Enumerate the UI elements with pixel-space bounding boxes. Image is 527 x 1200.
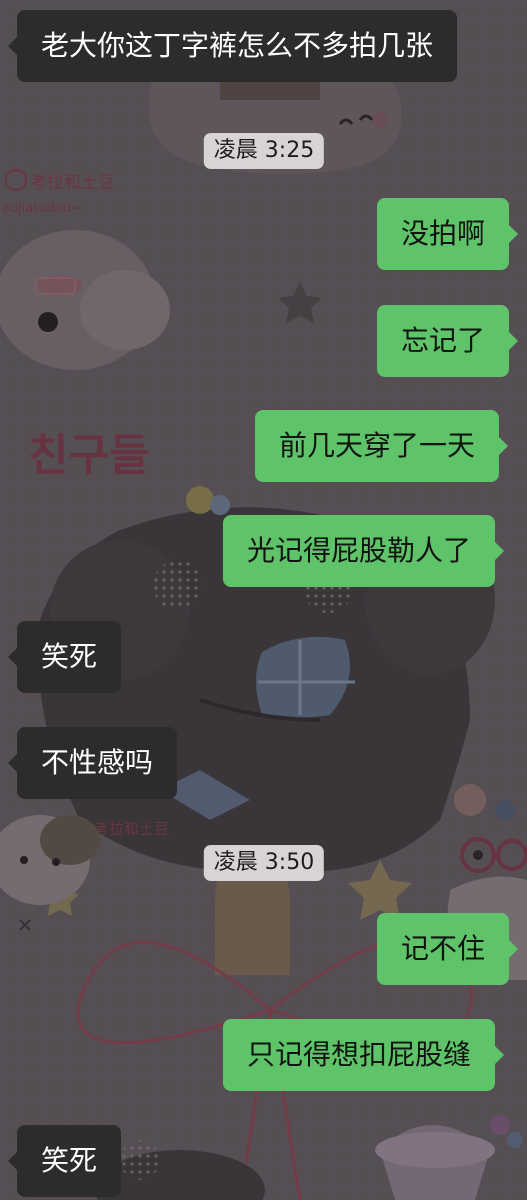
message-text: 笑死 <box>41 640 98 673</box>
message-text: 前几天穿了一天 <box>279 429 476 462</box>
message-bubble-outgoing[interactable]: 前几天穿了一天 <box>255 410 509 482</box>
bubble-tail <box>8 36 18 56</box>
message-bubble-outgoing[interactable]: 记不住 <box>377 913 519 985</box>
message-text: 老大你这丁字裤怎么不多拍几张 <box>41 29 434 62</box>
bubble-tail <box>508 331 519 351</box>
message-bubble-outgoing[interactable]: 光记得屁股勒人了 <box>223 515 505 587</box>
bubble-tail <box>8 1151 18 1171</box>
bubble-tail <box>494 541 505 561</box>
message-text: 笑死 <box>41 1144 98 1177</box>
message-bubble-incoming[interactable]: 笑死 <box>8 621 122 693</box>
message-bubble-outgoing[interactable]: 没拍啊 <box>377 198 519 270</box>
message-text: 不性感吗 <box>41 746 154 779</box>
message-text: 忘记了 <box>401 324 486 357</box>
timestamp-label: 凌晨 3:50 <box>203 845 325 881</box>
message-bubble-incoming[interactable]: 不性感吗 <box>8 727 178 799</box>
message-text: 没拍啊 <box>401 217 486 250</box>
chat-view[interactable]: 考拉和土豆 aojiatudou~ 친구들 考拉和土豆 老大你这丁字裤怎么不多拍… <box>0 0 527 1200</box>
bubble-tail <box>508 224 519 244</box>
message-bubble-incoming[interactable]: 笑死 <box>8 1125 122 1197</box>
bubble-tail <box>498 436 509 456</box>
message-bubble-outgoing[interactable]: 忘记了 <box>377 305 519 377</box>
bubble-tail <box>508 939 519 959</box>
bubble-tail <box>8 647 18 667</box>
message-text: 光记得屁股勒人了 <box>247 534 472 567</box>
timestamp-label: 凌晨 3:25 <box>203 133 325 169</box>
message-bubble-outgoing[interactable]: 只记得想扣屁股缝 <box>223 1019 505 1091</box>
message-text: 只记得想扣屁股缝 <box>247 1038 472 1071</box>
bubble-tail <box>494 1045 505 1065</box>
message-bubble-incoming[interactable]: 老大你这丁字裤怎么不多拍几张 <box>8 10 458 82</box>
bubble-tail <box>8 753 18 773</box>
message-text: 记不住 <box>401 932 486 965</box>
